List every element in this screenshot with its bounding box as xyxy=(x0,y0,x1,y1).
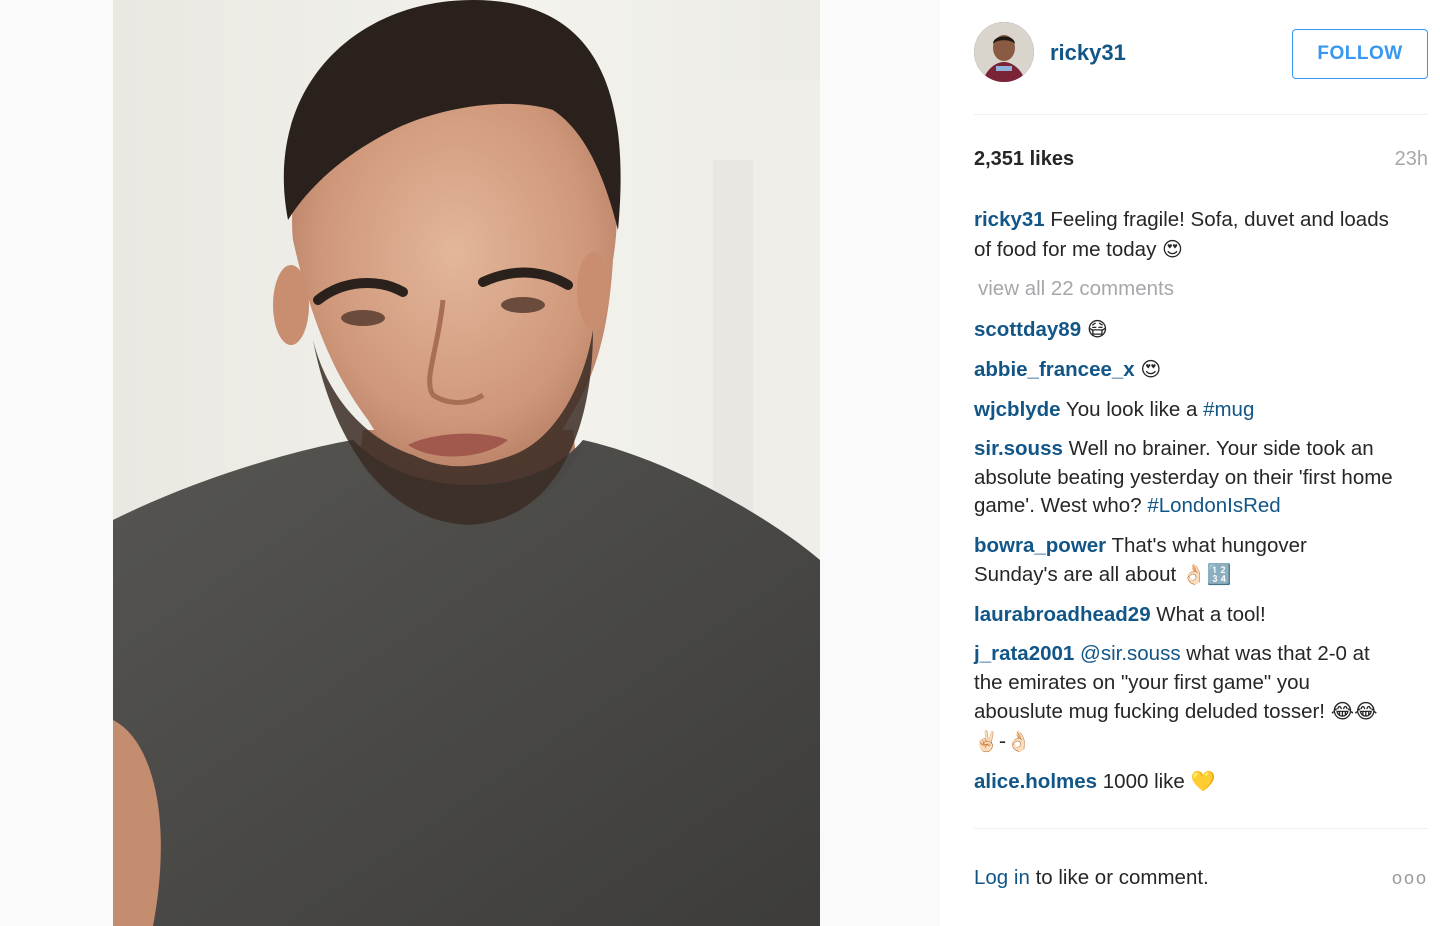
post-header: ricky31 FOLLOW xyxy=(974,22,1428,86)
hashtag-link[interactable]: #mug xyxy=(1203,398,1254,421)
comment-text: 1000 like xyxy=(1102,770,1185,793)
heart-eyes-emoji-icon: 😍 xyxy=(1162,236,1183,261)
mention-link[interactable]: @sir.souss xyxy=(1080,642,1181,665)
comment-username[interactable]: alice.holmes xyxy=(974,770,1097,793)
selfie-image xyxy=(113,0,820,926)
login-prompt-text: to like or comment. xyxy=(1035,866,1209,889)
header-divider xyxy=(974,114,1428,115)
post-timestamp[interactable]: 23h xyxy=(1395,148,1428,171)
yellow-heart-emoji-icon: 💛 xyxy=(1190,769,1216,793)
comment-username[interactable]: j_rata2001 xyxy=(974,642,1074,665)
follow-button[interactable]: FOLLOW xyxy=(1292,29,1428,79)
post-footer: Log in to like or comment. ooo xyxy=(974,866,1428,896)
comment-username[interactable]: wjcblyde xyxy=(974,398,1061,421)
view-all-comments-link[interactable]: view all 22 comments xyxy=(978,275,1394,304)
comment-username[interactable]: laurabroadhead29 xyxy=(974,603,1151,626)
mask-emoji-icon: 😷 xyxy=(1086,316,1108,341)
hashtag-link[interactable]: #LondonIsRed xyxy=(1147,494,1280,517)
comment-item: laurabroadhead29 What a tool! xyxy=(974,601,1394,630)
comment-username[interactable]: bowra_power xyxy=(974,534,1106,557)
comment-item: alice.holmes 1000 like 💛 xyxy=(974,767,1394,797)
comments-list: ricky31 Feeling fragile! Sofa, duvet and… xyxy=(974,206,1394,808)
ok-hand-emoji-icon: 👌🏻🔢 xyxy=(1181,562,1232,586)
comment-item: sir.souss Well no brainer. Your side too… xyxy=(974,435,1394,521)
comment-item: abbie_francee_x 😍 xyxy=(974,355,1394,385)
footer-divider xyxy=(974,828,1428,829)
comment-text: You look like a xyxy=(1065,397,1198,421)
comment-username[interactable]: abbie_francee_x xyxy=(974,358,1135,381)
comment-item: wjcblyde You look like a #mug xyxy=(974,396,1394,425)
photo-panel xyxy=(0,0,940,926)
login-link[interactable]: Log in xyxy=(974,866,1030,889)
likes-row: 2,351 likes 23h xyxy=(974,148,1428,176)
caption: ricky31 Feeling fragile! Sofa, duvet and… xyxy=(974,206,1394,264)
avatar-image xyxy=(974,22,1034,82)
more-options-icon[interactable]: ooo xyxy=(1392,868,1428,889)
comment-item: scottday89 😷 xyxy=(974,315,1394,345)
post-sidebar: ricky31 FOLLOW 2,351 likes 23h ricky31 F… xyxy=(974,0,1428,926)
heart-eyes-emoji-icon: 😍 xyxy=(1140,357,1162,381)
comment-item: j_rata2001 @sir.souss what was that 2-0 … xyxy=(974,640,1394,756)
post-photo[interactable] xyxy=(113,0,820,926)
comment-text: What a tool! xyxy=(1156,602,1266,626)
author-username-link[interactable]: ricky31 xyxy=(1050,40,1126,66)
avatar[interactable] xyxy=(974,22,1034,82)
likes-count[interactable]: 2,351 likes xyxy=(974,148,1074,171)
comment-item: bowra_power That's what hungover Sunday'… xyxy=(974,532,1394,590)
comment-username[interactable]: scottday89 xyxy=(974,318,1081,341)
comment-username[interactable]: sir.souss xyxy=(974,437,1063,460)
caption-username[interactable]: ricky31 xyxy=(974,208,1045,231)
